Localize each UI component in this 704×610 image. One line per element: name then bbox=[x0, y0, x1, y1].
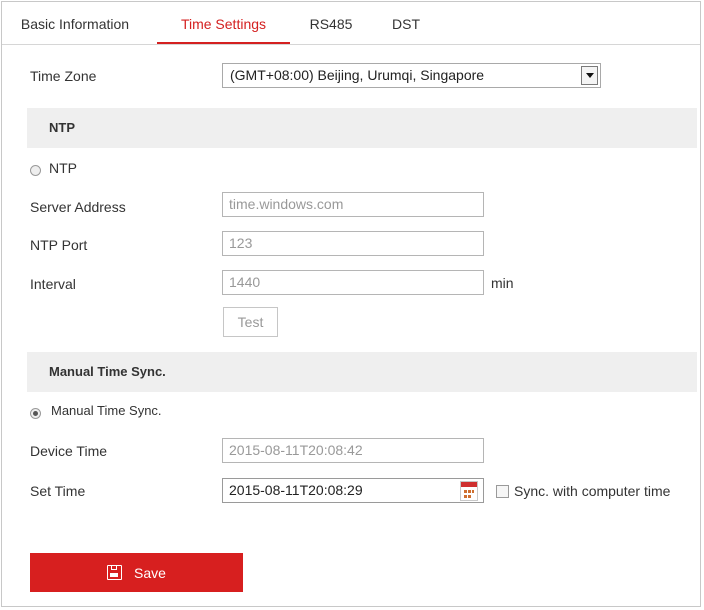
set-time-label: Set Time bbox=[30, 483, 86, 499]
ntp-section-title: NTP bbox=[49, 120, 75, 135]
ntp-radio[interactable] bbox=[30, 165, 41, 176]
ntp-radio-label: NTP bbox=[49, 160, 77, 176]
interval-unit: min bbox=[491, 275, 514, 291]
time-settings-panel: Basic Information Time Settings RS485 DS… bbox=[1, 1, 701, 607]
server-address-label: Server Address bbox=[30, 199, 126, 215]
device-time-label: Device Time bbox=[30, 443, 108, 459]
set-time-input[interactable]: 2015-08-11T20:08:29 bbox=[222, 478, 484, 503]
ntp-port-label: NTP Port bbox=[30, 237, 88, 253]
sync-with-computer-label: Sync. with computer time bbox=[514, 483, 671, 499]
device-time-input: 2015-08-11T20:08:42 bbox=[222, 438, 484, 463]
calendar-icon[interactable] bbox=[460, 481, 478, 501]
manual-sync-radio[interactable] bbox=[30, 408, 41, 419]
server-address-input[interactable]: time.windows.com bbox=[222, 192, 484, 217]
tab-dst[interactable]: DST bbox=[384, 2, 428, 43]
manual-sync-section-header: Manual Time Sync. bbox=[27, 352, 697, 392]
interval-input[interactable]: 1440 bbox=[222, 270, 484, 295]
tab-time-settings[interactable]: Time Settings bbox=[157, 2, 290, 44]
test-button[interactable]: Test bbox=[223, 307, 278, 337]
time-zone-select[interactable]: (GMT+08:00) Beijing, Urumqi, Singapore bbox=[222, 63, 601, 88]
ntp-section-header: NTP bbox=[27, 108, 697, 148]
time-zone-label: Time Zone bbox=[30, 68, 97, 84]
time-zone-value: (GMT+08:00) Beijing, Urumqi, Singapore bbox=[230, 67, 485, 83]
sync-with-computer-checkbox[interactable] bbox=[496, 485, 509, 498]
tab-basic-information[interactable]: Basic Information bbox=[10, 2, 140, 43]
manual-sync-section-title: Manual Time Sync. bbox=[49, 364, 166, 379]
tab-rs485[interactable]: RS485 bbox=[302, 2, 360, 43]
ntp-port-input[interactable]: 123 bbox=[222, 231, 484, 256]
manual-sync-radio-label: Manual Time Sync. bbox=[51, 403, 162, 418]
floppy-disk-icon bbox=[107, 565, 122, 580]
save-button[interactable]: Save bbox=[30, 553, 243, 592]
tab-bar: Basic Information Time Settings RS485 DS… bbox=[2, 2, 700, 45]
interval-label: Interval bbox=[30, 276, 76, 292]
save-button-label: Save bbox=[134, 565, 166, 581]
chevron-down-icon[interactable] bbox=[581, 66, 598, 85]
